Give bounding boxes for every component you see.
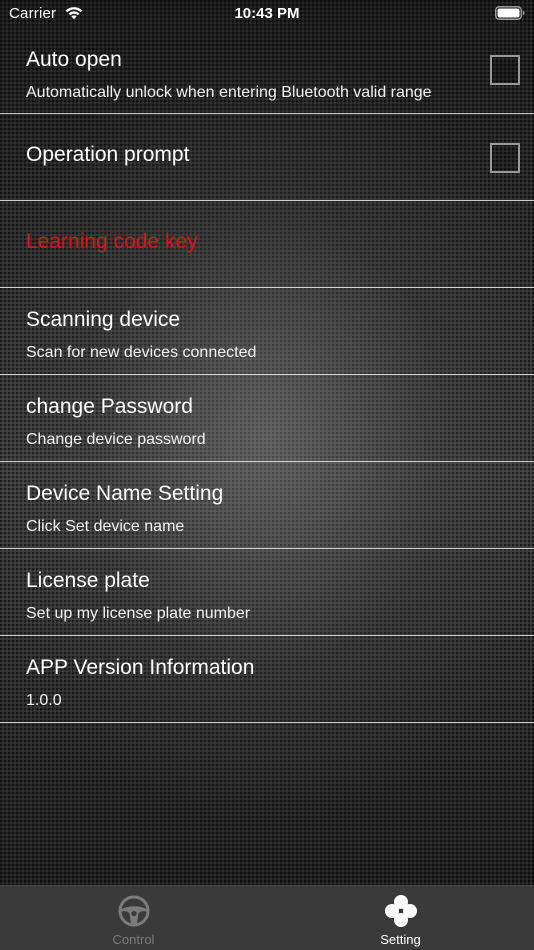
app-version-row[interactable]: APP Version Information 1.0.0 [0,636,534,723]
scanning-device-subtitle: Scan for new devices connected [26,344,257,361]
change-password-row[interactable]: change Password Change device password [0,375,534,462]
learning-code-key-title: Learning code key [26,230,198,253]
auto-open-row[interactable]: Auto open Automatically unlock when ente… [0,28,534,114]
change-password-title: change Password [26,395,193,418]
learning-code-key-row[interactable]: Learning code key [0,201,534,288]
operation-prompt-title: Operation prompt [26,143,190,166]
auto-open-subtitle: Automatically unlock when entering Bluet… [26,84,432,101]
tab-control[interactable]: Control [0,886,267,950]
tab-setting[interactable]: Setting [267,886,534,950]
status-bar: Carrier 10:43 PM [0,0,534,28]
tab-bar: Control Setting [0,885,534,950]
device-name-setting-row[interactable]: Device Name Setting Click Set device nam… [0,462,534,549]
battery-icon [495,6,525,20]
device-name-setting-title: Device Name Setting [26,482,224,505]
license-plate-subtitle: Set up my license plate number [26,605,251,622]
scanning-device-row[interactable]: Scanning device Scan for new devices con… [0,288,534,375]
auto-open-title: Auto open [26,48,122,71]
change-password-subtitle: Change device password [26,431,206,448]
clover-icon [384,895,417,927]
steering-wheel-icon [118,895,149,927]
auto-open-checkbox[interactable] [490,55,520,85]
scanning-device-title: Scanning device [26,308,181,331]
settings-list: Auto open Automatically unlock when ente… [0,28,534,723]
tab-control-label: Control [112,932,155,947]
app-version-title: APP Version Information [26,656,255,679]
tab-setting-label: Setting [380,932,421,947]
license-plate-title: License plate [26,569,150,592]
operation-prompt-checkbox[interactable] [490,143,520,173]
app-version-number: 1.0.0 [26,692,62,709]
device-name-setting-subtitle: Click Set device name [26,518,185,535]
clock: 10:43 PM [234,5,300,22]
license-plate-row[interactable]: License plate Set up my license plate nu… [0,549,534,636]
operation-prompt-row[interactable]: Operation prompt [0,114,534,201]
